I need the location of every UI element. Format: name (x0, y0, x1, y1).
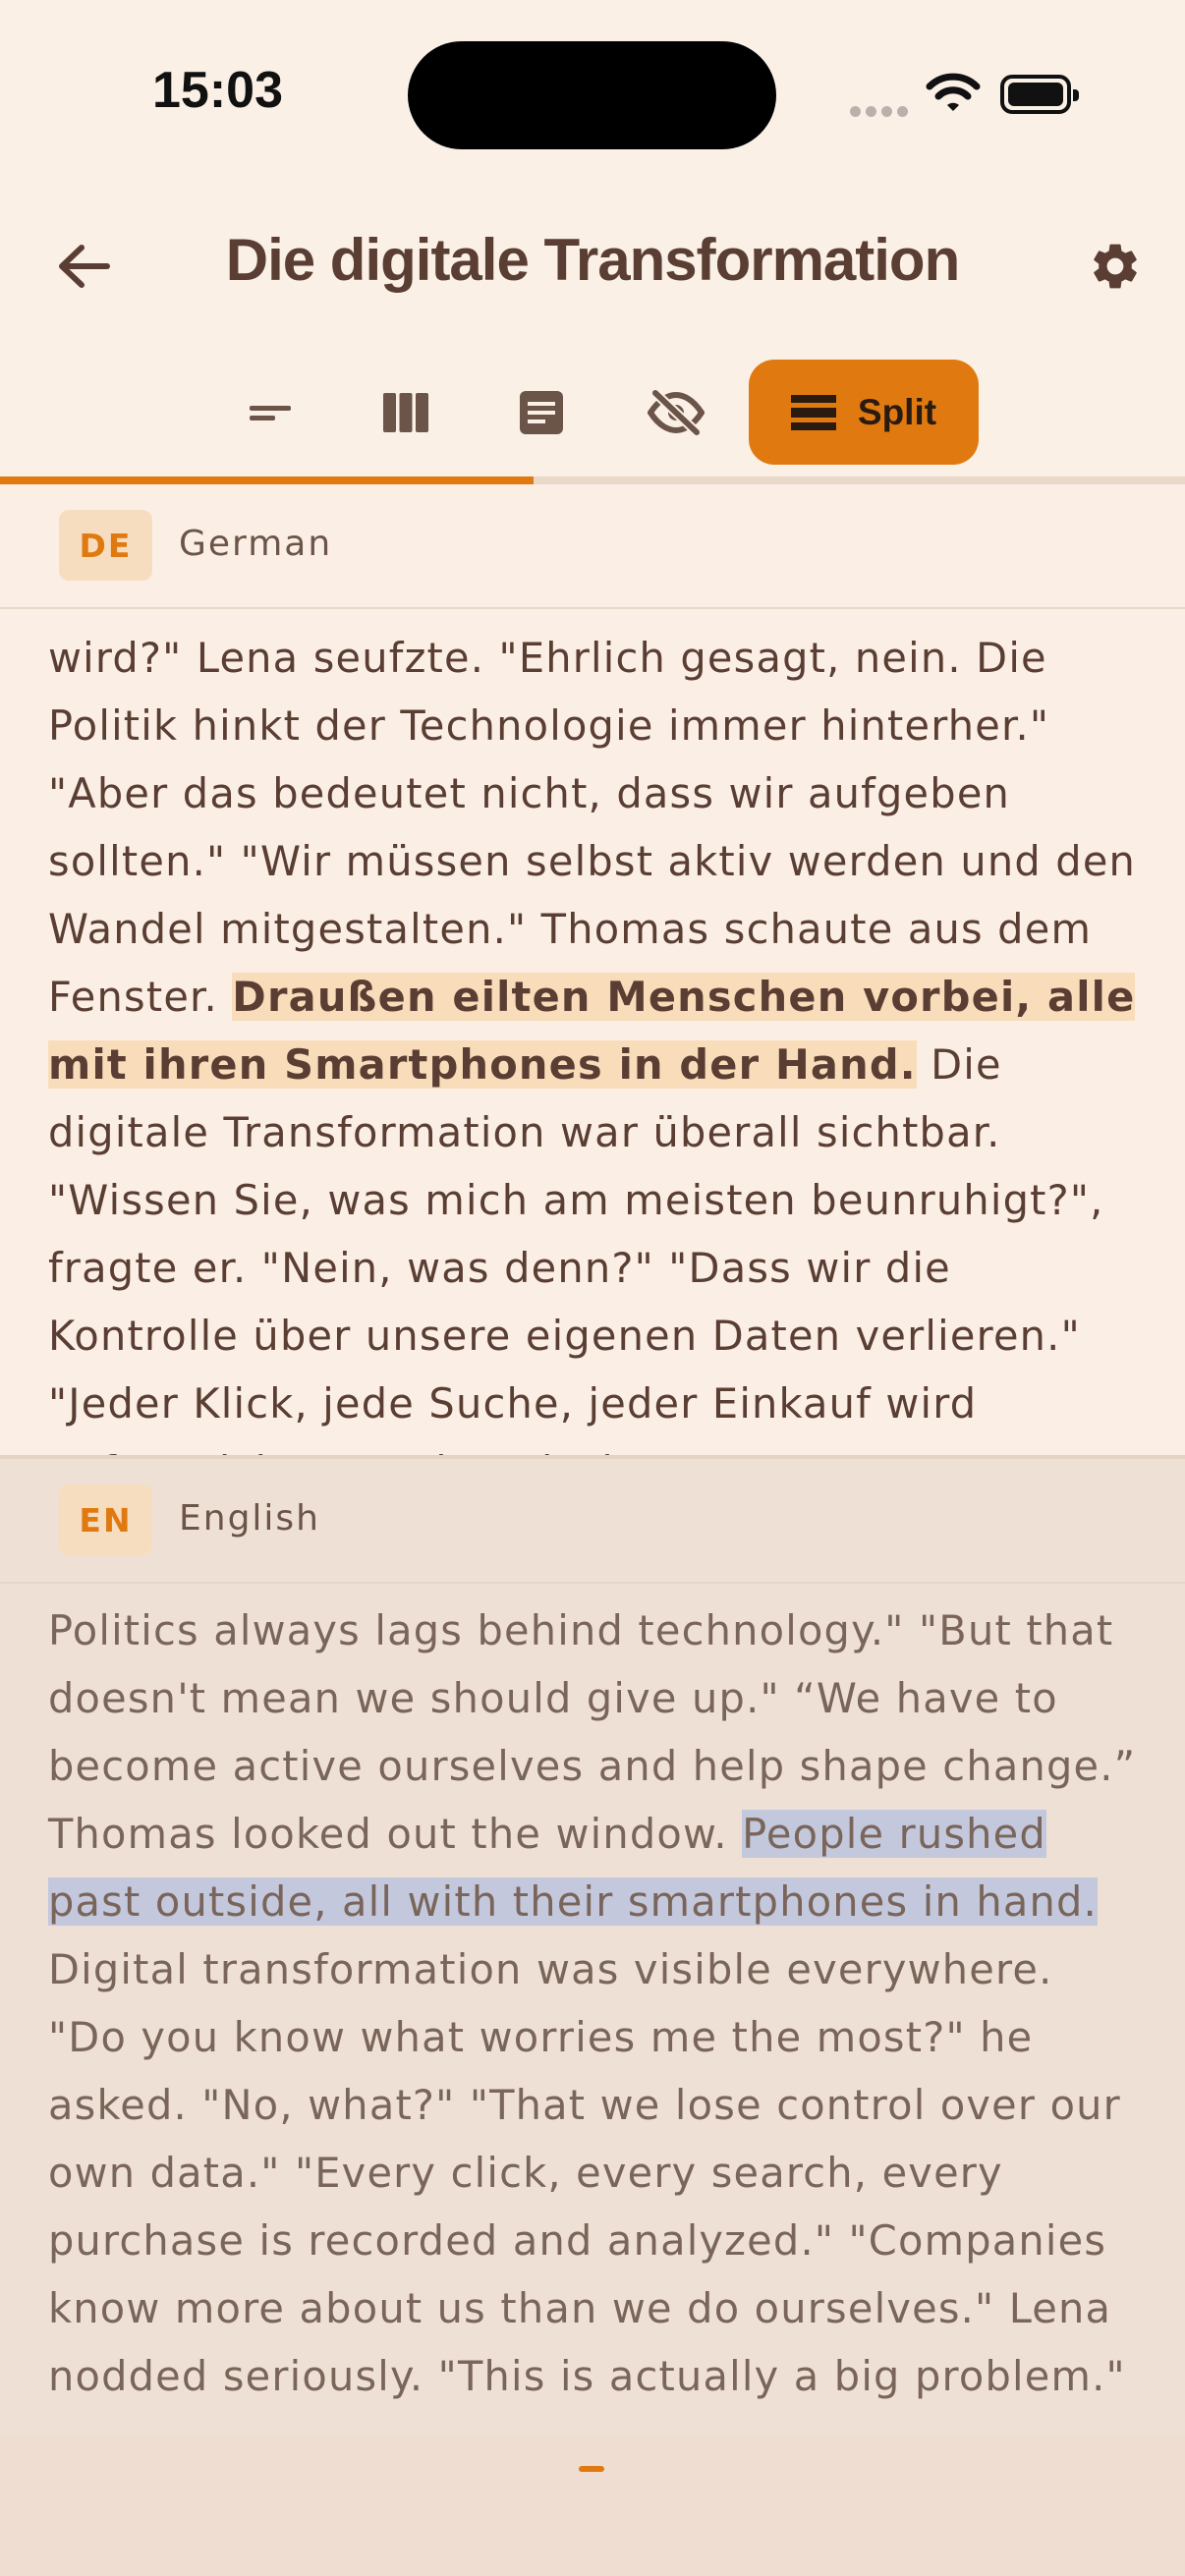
single-line-icon (250, 406, 291, 420)
target-language-name: English (179, 1498, 320, 1539)
arrow-left-icon (59, 245, 110, 288)
reading-progress-fill (0, 476, 534, 484)
split-mode-label: Split (857, 391, 937, 432)
source-pane-header: DE German (0, 484, 1185, 609)
gear-icon (1094, 244, 1137, 289)
document-icon (520, 391, 563, 434)
page-title: Die digitale Transformation (225, 227, 960, 293)
source-text: wird?" Lena seufzte. "Ehrlich gesagt, ne… (48, 634, 1137, 1455)
source-language-badge: DE (59, 510, 152, 581)
target-pane-header: EN English (0, 1459, 1185, 1584)
source-text-pane[interactable]: wird?" Lena seufzte. "Ehrlich gesagt, ne… (0, 609, 1185, 1455)
dynamic-island (408, 41, 776, 149)
target-text: Politics always lags behind technology."… (48, 1606, 1137, 2400)
bottom-panel (0, 2436, 1185, 2576)
app-header: Die digitale Transformation (0, 196, 1185, 334)
settings-button[interactable] (1081, 232, 1150, 301)
status-time: 15:03 (152, 62, 283, 119)
wifi-icon (926, 73, 981, 111)
split-view-icon (790, 394, 836, 430)
cellular-signal-icon (850, 102, 913, 121)
status-bar: 15:03 (0, 0, 1185, 196)
back-button[interactable] (49, 232, 118, 301)
target-language-badge: EN (59, 1484, 152, 1555)
target-text-pane[interactable]: Politics always lags behind technology."… (0, 1584, 1185, 2436)
columns-mode-button[interactable] (362, 368, 450, 457)
page-mode-button[interactable] (497, 368, 586, 457)
line-mode-button[interactable] (226, 368, 314, 457)
battery-icon (1000, 75, 1079, 114)
columns-icon (383, 393, 428, 432)
view-mode-toolbar: Split (0, 359, 1185, 467)
source-language-name: German (179, 524, 333, 564)
hide-translation-button[interactable] (632, 368, 720, 457)
loading-indicator (579, 2466, 604, 2472)
split-mode-button[interactable]: Split (749, 360, 979, 465)
eye-off-icon (648, 389, 705, 436)
reading-progress-bar (0, 476, 1185, 484)
